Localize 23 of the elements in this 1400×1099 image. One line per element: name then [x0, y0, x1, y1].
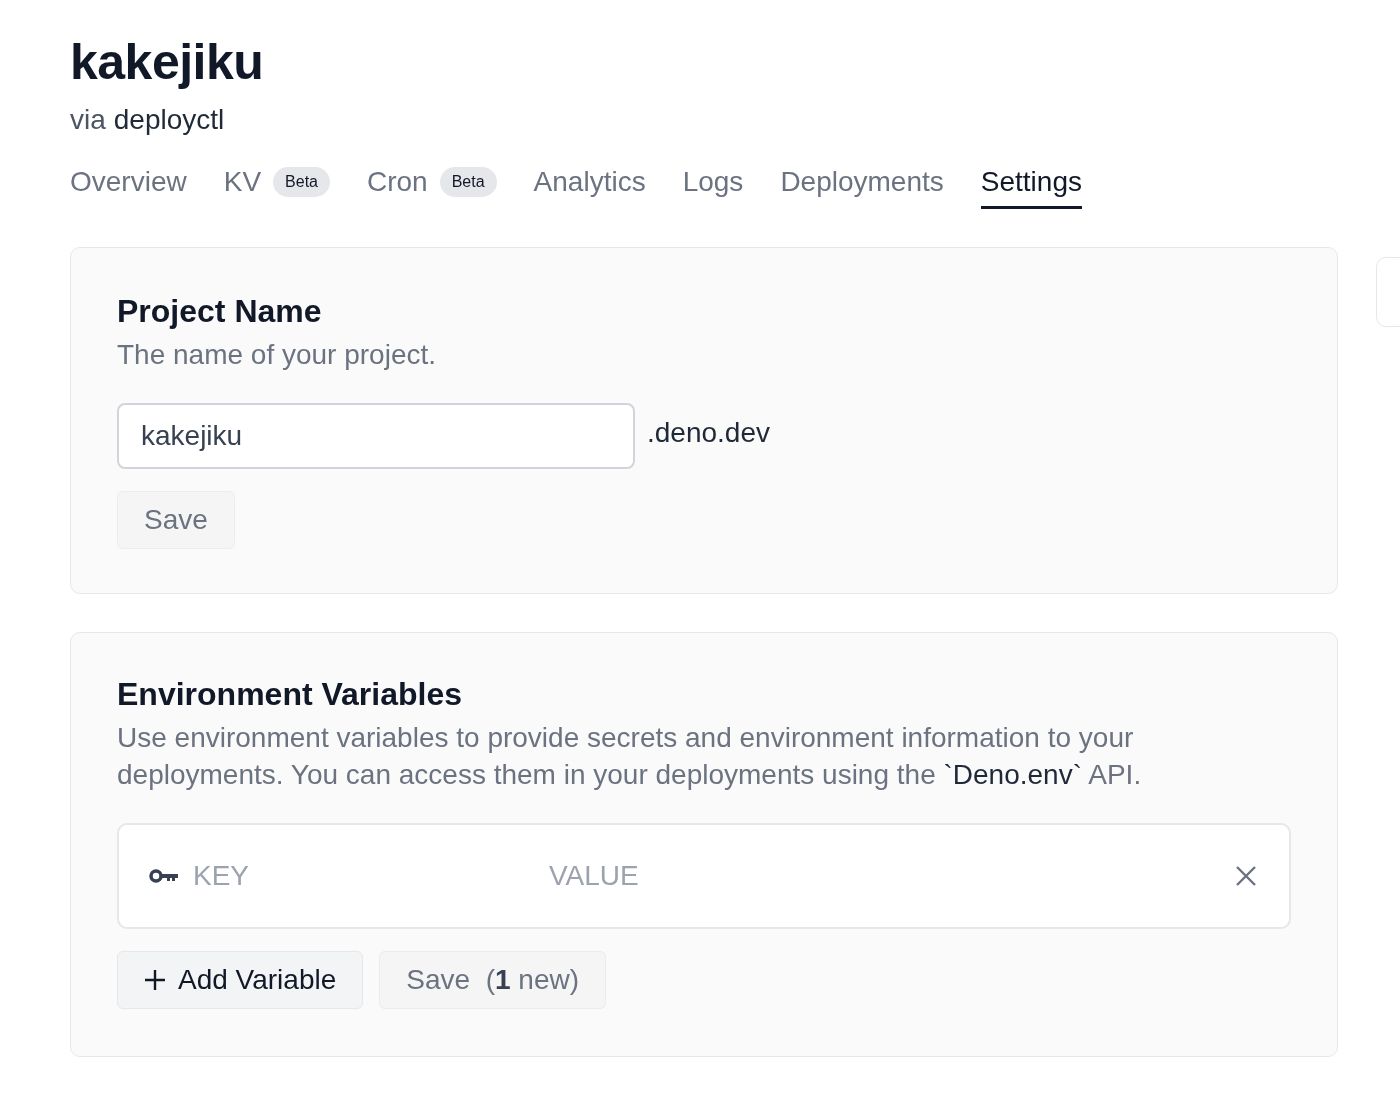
nav-tab[interactable]: Deployments	[780, 160, 944, 209]
key-field[interactable]: KEY	[193, 860, 533, 892]
project-name-field[interactable]: kakejiku	[117, 403, 635, 469]
domain-suffix: .deno.dev	[647, 417, 770, 449]
nav-tab[interactable]: Analytics	[533, 160, 646, 209]
beta-badge: Beta	[273, 167, 330, 197]
nav-tab[interactable]: Overview	[70, 160, 187, 209]
section-description: Use environment variables to provide secrets and environment information to your deployments. You can access them in your deployments using the `Deno.env` API.	[117, 721, 1143, 792]
deploy-source: deployctl	[113, 104, 225, 136]
beta-badge: Beta	[439, 167, 497, 197]
key-icon	[149, 868, 179, 884]
section-title: Project Name	[117, 292, 322, 330]
section-description: The name of your project.	[117, 338, 438, 372]
plus-icon	[144, 969, 166, 991]
nav-tab[interactable]: Settings	[980, 160, 1082, 209]
section-title: Environment Variables	[117, 675, 462, 713]
nav-tab[interactable]: Logs	[682, 160, 744, 209]
value-field[interactable]: VALUE	[549, 860, 1233, 892]
nav-tab[interactable]: KV Beta	[223, 160, 330, 209]
via-label: via	[70, 104, 106, 136]
nav-tab[interactable]: Cron Beta	[367, 160, 497, 209]
add-variable-button[interactable]: Add Variable	[117, 951, 364, 1009]
project-title: kakejiku	[70, 33, 264, 92]
